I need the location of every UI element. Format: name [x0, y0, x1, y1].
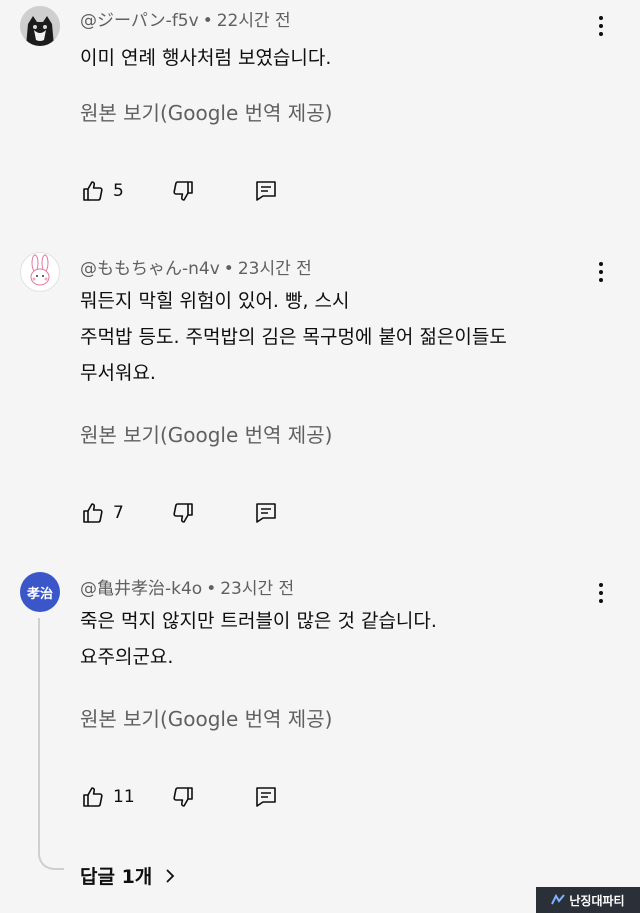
meta-separator: •	[202, 11, 213, 31]
chevron-right-icon	[166, 868, 175, 883]
replies-toggle[interactable]: 답글 1개	[80, 862, 176, 889]
avatar[interactable]	[20, 6, 60, 46]
reply-thread-line	[38, 618, 64, 870]
dislike-icon[interactable]	[170, 178, 196, 204]
reply-icon[interactable]	[253, 178, 279, 204]
see-original-link[interactable]: 원본 보기(Google 번역 제공)	[80, 419, 332, 448]
avatar[interactable]: 孝治	[20, 572, 60, 612]
more-icon[interactable]	[589, 13, 613, 39]
more-icon[interactable]	[589, 259, 613, 285]
see-original-link[interactable]: 원본 보기(Google 번역 제공)	[80, 97, 332, 126]
like-count: 5	[113, 181, 124, 201]
meta-separator: •	[223, 259, 234, 279]
watermark-logo: 난징대파티	[536, 887, 640, 913]
watermark-icon	[551, 894, 566, 905]
comment-line: 무서워요.	[80, 362, 156, 384]
comment-text: 뭐든지 막힐 위험이 있어. 빵, 스시 주먹밥 등도. 주먹밥의 김은 목구멍…	[80, 283, 507, 391]
rabbit-avatar-image	[30, 254, 50, 286]
like-count: 11	[113, 787, 135, 807]
timestamp[interactable]: 22시간 전	[217, 11, 291, 31]
comment-actions: 7	[80, 498, 279, 528]
like-icon[interactable]	[80, 500, 106, 526]
dislike-icon[interactable]	[170, 784, 196, 810]
comment-line: 이미 연례 행사처럼 보였습니다.	[80, 47, 332, 69]
meta-separator: •	[206, 579, 217, 599]
comment-actions: 5	[80, 176, 279, 206]
dislike-icon[interactable]	[170, 500, 196, 526]
comment-meta: @亀井孝治-k4o • 23시간 전	[80, 574, 294, 599]
cat-avatar-image	[20, 6, 60, 46]
reply-icon[interactable]	[253, 784, 279, 810]
comment-line: 주먹밥 등도. 주먹밥의 김은 목구멍에 붙어 젊은이들도	[80, 326, 507, 348]
like-icon[interactable]	[80, 784, 106, 810]
like-icon[interactable]	[80, 178, 106, 204]
watermark-text: 난징대파티	[569, 893, 625, 908]
comment-line: 뭐든지 막힐 위험이 있어. 빵, 스시	[80, 290, 350, 312]
comment-meta: @ジーパン-f5v • 22시간 전	[80, 6, 291, 31]
comment-line: 죽은 먹지 않지만 트러블이 많은 것 같습니다.	[80, 610, 437, 632]
comment-text: 이미 연례 행사처럼 보였습니다.	[80, 40, 331, 76]
avatar[interactable]	[20, 252, 60, 292]
author-name[interactable]: @ももちゃん-n4v	[80, 259, 220, 279]
author-name[interactable]: @ジーパン-f5v	[80, 11, 199, 31]
like-count: 7	[113, 503, 124, 523]
comment-meta: @ももちゃん-n4v • 23시간 전	[80, 254, 312, 279]
replies-count-label: 답글 1개	[80, 866, 153, 888]
see-original-link[interactable]: 원본 보기(Google 번역 제공)	[80, 703, 332, 732]
comment-text: 죽은 먹지 않지만 트러블이 많은 것 같습니다. 요주의군요.	[80, 603, 437, 675]
more-icon[interactable]	[589, 580, 613, 606]
comment-actions: 11	[80, 782, 279, 812]
author-name[interactable]: @亀井孝治-k4o	[80, 579, 202, 599]
comment-line: 요주의군요.	[80, 646, 174, 668]
avatar-initials: 孝治	[26, 586, 53, 602]
timestamp[interactable]: 23시간 전	[220, 579, 294, 599]
timestamp[interactable]: 23시간 전	[238, 259, 312, 279]
reply-icon[interactable]	[253, 500, 279, 526]
